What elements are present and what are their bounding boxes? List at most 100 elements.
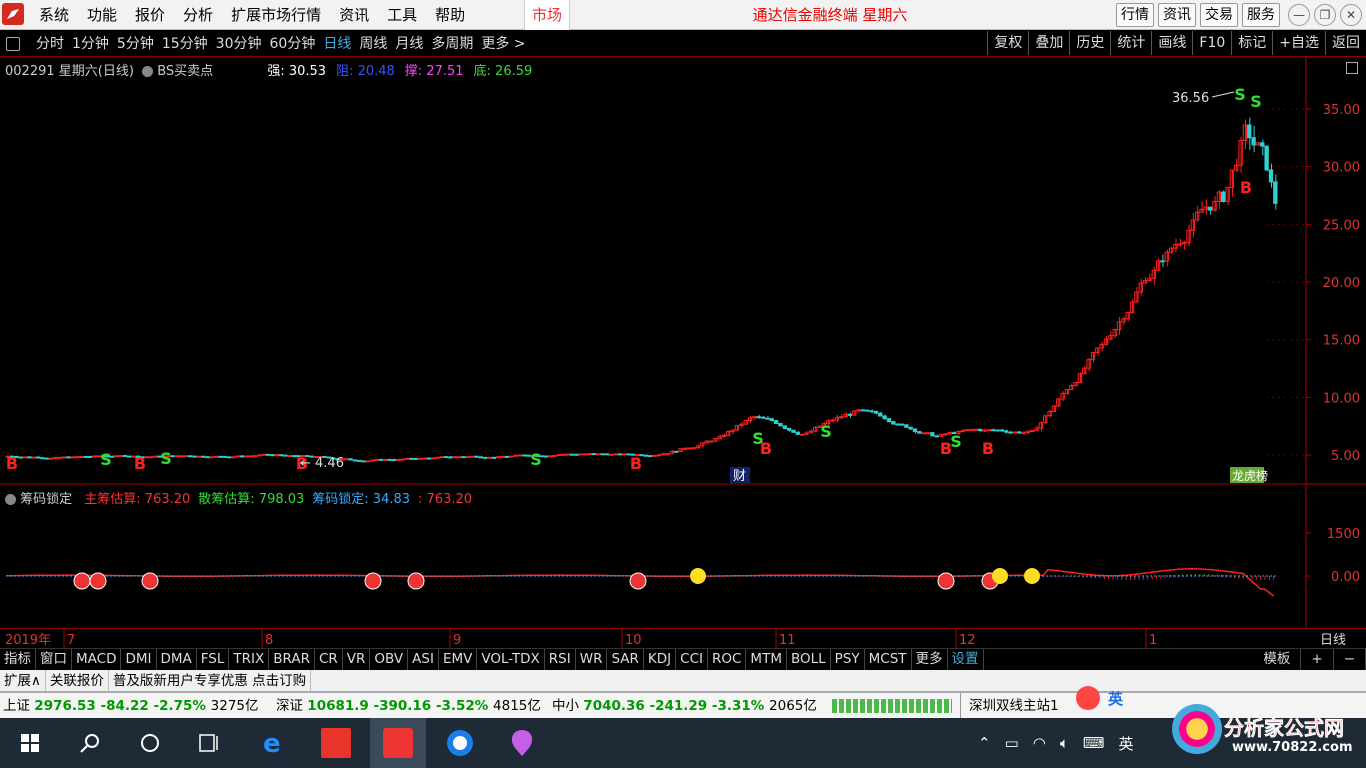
indicator-tab-11[interactable]: ASI (408, 649, 439, 670)
search-icon[interactable] (62, 718, 118, 768)
volume-icon[interactable]: 🔈︎ (1060, 734, 1069, 752)
index-quote-1[interactable]: 深证 10681.9 -390.16 -3.52% 4815亿 (276, 693, 541, 719)
sell-ball-icon (73, 572, 91, 590)
indicator-tab-24[interactable]: 更多 (912, 649, 948, 670)
menu-item-1[interactable]: 功能 (78, 0, 126, 30)
menu-item-4[interactable]: 扩展市场行情 (222, 0, 330, 30)
sub-dropdown-icon[interactable] (5, 494, 16, 505)
ext-item-2[interactable]: 普及版新用户专享优惠 点击订购 (109, 670, 312, 691)
windows-start-icon[interactable] (2, 718, 58, 768)
top-button-1[interactable]: 资讯 (1158, 3, 1196, 27)
indicator-tab-18[interactable]: CCI (676, 649, 708, 670)
indicator-right-2[interactable]: − (1334, 649, 1366, 670)
menu-item-7[interactable]: 帮助 (426, 0, 474, 30)
wifi-icon[interactable]: ◠ (1033, 734, 1046, 752)
top-button-3[interactable]: 服务 (1242, 3, 1280, 27)
kline-chart[interactable]: 35.00 30.00 25.00 20.00 15.00 10.00 5.00 B S B S B S… (0, 57, 1366, 485)
chart-settings-icon[interactable] (1346, 62, 1358, 74)
menu-item-6[interactable]: 工具 (378, 0, 426, 30)
cortana-icon[interactable] (122, 718, 178, 768)
indicator-tab-7[interactable]: BRAR (269, 649, 315, 670)
keyboard-icon[interactable]: ⌨︎ (1083, 734, 1105, 752)
period-tab-0[interactable]: 分时 (32, 31, 68, 57)
indicator-tab-16[interactable]: SAR (607, 649, 644, 670)
indicator-tab-13[interactable]: VOL-TDX (477, 649, 545, 670)
menu-item-5[interactable]: 资讯 (330, 0, 378, 30)
sub-indicator-name[interactable]: 筹码锁定 (20, 492, 72, 507)
period-tab-2[interactable]: 5分钟 (113, 31, 158, 57)
indicator-tab-9[interactable]: VR (343, 649, 371, 670)
task-view-icon[interactable] (182, 718, 238, 768)
chart-tool-1[interactable]: 叠加 (1028, 31, 1069, 55)
indicator-right-0[interactable]: 模板 (1253, 649, 1302, 670)
candle-body (786, 427, 792, 431)
tdx-app-icon[interactable] (370, 718, 426, 768)
period-tab-7[interactable]: 周线 (355, 31, 391, 57)
indicator-tab-20[interactable]: MTM (746, 649, 787, 670)
main-indicator-name[interactable]: BS买卖点 (157, 64, 213, 79)
chart-tool-8[interactable]: 返回 (1325, 31, 1366, 55)
close-icon[interactable]: ✕ (1340, 4, 1362, 26)
ext-item-1[interactable]: 关联报价 (46, 670, 109, 691)
period-tab-10[interactable]: 更多 > (477, 31, 529, 57)
indicator-right-1[interactable]: + (1301, 649, 1334, 670)
red-app-icon[interactable] (308, 718, 364, 768)
menu-item-2[interactable]: 报价 (126, 0, 174, 30)
battery-icon[interactable]: ▭ (1005, 734, 1019, 752)
indicator-dropdown-icon[interactable] (142, 66, 154, 77)
top-button-2[interactable]: 交易 (1200, 3, 1238, 27)
chart-tool-3[interactable]: 统计 (1110, 31, 1151, 55)
sidebar-toggle-icon[interactable] (6, 37, 20, 51)
period-tab-6[interactable]: 日线 (319, 31, 355, 57)
indicator-tab-14[interactable]: RSI (545, 649, 576, 670)
indicator-tab-1[interactable]: 窗口 (36, 649, 72, 670)
menu-item-3[interactable]: 分析 (174, 0, 222, 30)
period-tab-3[interactable]: 15分钟 (158, 31, 212, 57)
indicator-tab-3[interactable]: DMI (121, 649, 157, 670)
sogou-ime-icon[interactable] (1076, 686, 1100, 710)
period-tab-8[interactable]: 月线 (391, 31, 427, 57)
chart-tool-6[interactable]: 标记 (1231, 31, 1272, 55)
server-name[interactable]: 深圳双线主站1 (960, 693, 1059, 719)
index-quote-2[interactable]: 中小 7040.36 -241.29 -3.31% 2065亿 (552, 693, 817, 719)
indicator-tab-6[interactable]: TRIX (229, 649, 270, 670)
restore-icon[interactable]: ❐ (1314, 4, 1336, 26)
paint-app-icon[interactable] (494, 718, 550, 768)
tray-language[interactable]: 英 (1119, 733, 1134, 754)
index-name: 中小 (552, 698, 584, 714)
minimize-icon[interactable]: — (1288, 4, 1310, 26)
indicator-tab-22[interactable]: PSY (831, 649, 865, 670)
ext-item-0[interactable]: 扩展∧ (0, 670, 46, 691)
menu-item-0[interactable]: 系统 (30, 0, 78, 30)
indicator-tab-21[interactable]: BOLL (787, 649, 831, 670)
indicator-tab-19[interactable]: ROC (708, 649, 747, 670)
period-tab-9[interactable]: 多周期 (427, 31, 477, 57)
ime-language[interactable]: 英 (1108, 688, 1123, 709)
chip-lock-chart[interactable]: 1500 0.00 筹码锁定 主筹估算: 763.20 散筹估算: 798.03 筹码… (0, 486, 1366, 628)
chart-tool-0[interactable]: 复权 (987, 31, 1028, 55)
indicator-tab-4[interactable]: DMA (157, 649, 197, 670)
chart-tool-5[interactable]: F10 (1192, 31, 1231, 55)
indicator-tab-23[interactable]: MCST (865, 649, 912, 670)
chart-tool-4[interactable]: 画线 (1151, 31, 1192, 55)
indicator-tab-25[interactable]: 设置 (948, 649, 984, 670)
chart-tool-2[interactable]: 历史 (1069, 31, 1110, 55)
period-tab-4[interactable]: 30分钟 (212, 31, 266, 57)
index-quote-0[interactable]: 上证 2976.53 -84.22 -2.75% 3275亿 (3, 693, 259, 719)
indicator-tab-8[interactable]: CR (315, 649, 343, 670)
tray-chevron-icon[interactable]: ⌃ (978, 734, 991, 752)
period-tab-1[interactable]: 1分钟 (68, 31, 113, 57)
chart-tool-7[interactable]: +自选 (1272, 31, 1325, 55)
indicator-tab-17[interactable]: KDJ (644, 649, 677, 670)
indicator-tab-5[interactable]: FSL (197, 649, 230, 670)
period-tab-5[interactable]: 60分钟 (266, 31, 320, 57)
indicator-tab-10[interactable]: OBV (370, 649, 409, 670)
top-button-0[interactable]: 行情 (1116, 3, 1154, 27)
sogou-browser-icon[interactable] (432, 718, 488, 768)
indicator-tab-15[interactable]: WR (576, 649, 608, 670)
indicator-tab-2[interactable]: MACD (72, 649, 122, 670)
indicator-tab-12[interactable]: EMV (439, 649, 478, 670)
edge-browser-icon[interactable]: e (246, 718, 302, 768)
indicator-tab-0[interactable]: 指标 (0, 649, 36, 670)
market-tab[interactable]: 市场 (524, 0, 570, 30)
